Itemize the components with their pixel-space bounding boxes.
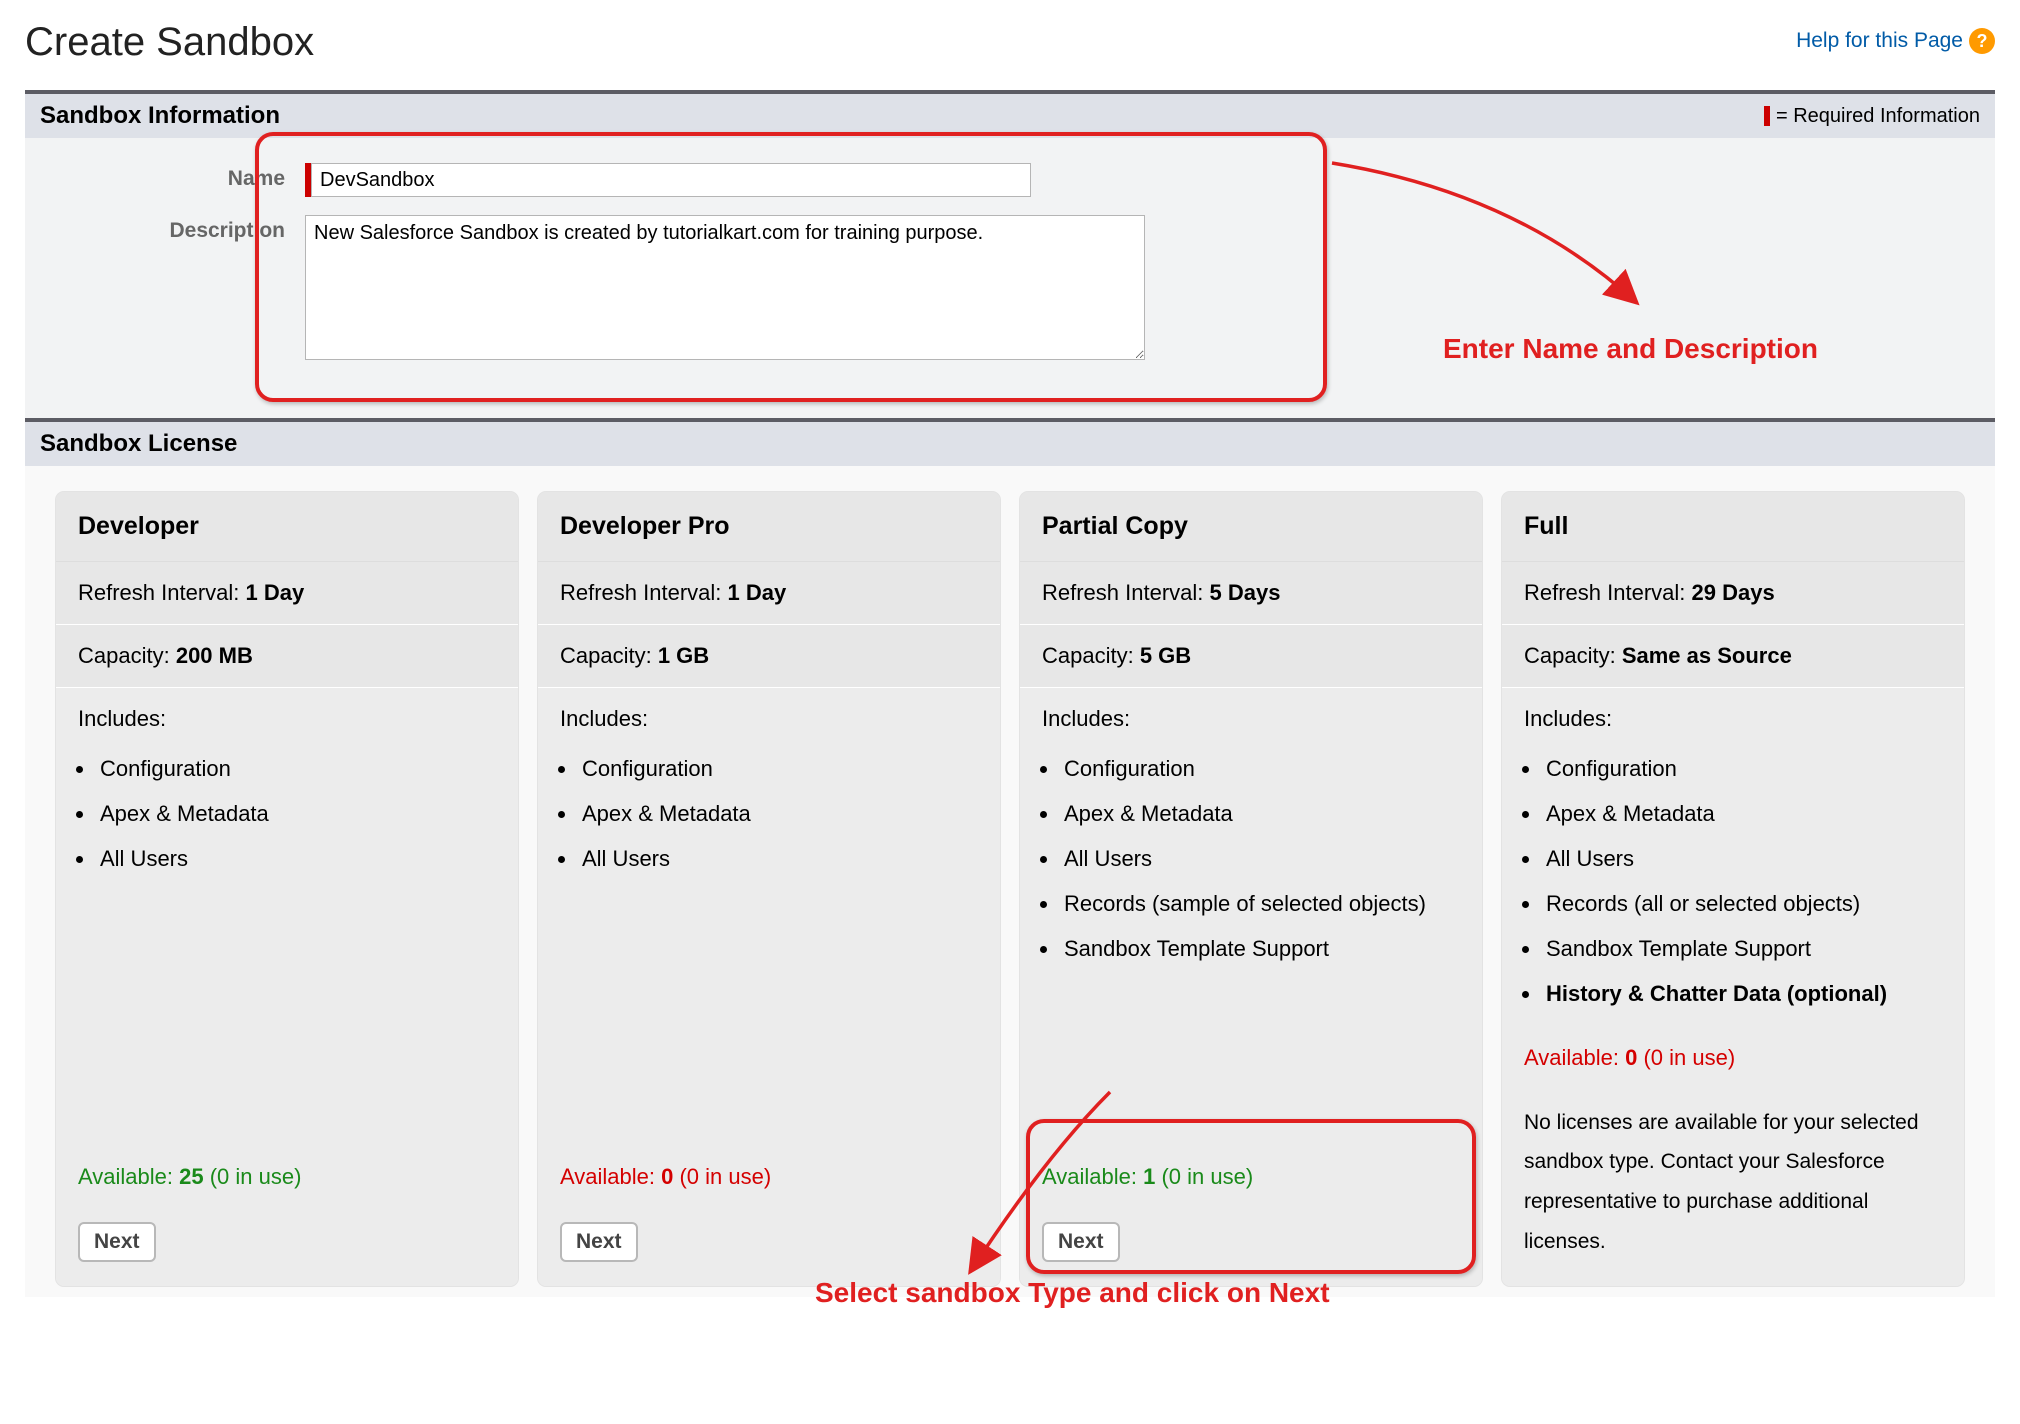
capacity-row: Capacity: Same as Source [1502,625,1964,688]
sandbox-license-header: Sandbox License [25,418,1995,466]
includes-item: Sandbox Template Support [1542,926,1942,971]
includes-item: Records (all or selected objects) [1542,881,1942,926]
includes-section: Includes:ConfigurationApex & MetadataAll… [1020,688,1482,1146]
includes-item: Configuration [1060,746,1460,791]
license-card-partial-copy: Partial CopyRefresh Interval: 5 DaysCapa… [1019,491,1483,1287]
section-title: Sandbox License [40,430,237,458]
license-action: No licenses are available for your selec… [1502,1089,1964,1287]
required-indicator-icon [1764,106,1770,126]
includes-section: Includes:ConfigurationApex & MetadataAll… [1502,688,1964,1027]
available-row: Available: 0 (0 in use) [1502,1027,1964,1089]
license-card-full: FullRefresh Interval: 29 DaysCapacity: S… [1501,491,1965,1287]
includes-item: Configuration [578,746,978,791]
sandbox-information-body: Enter Name and Description Name Descript… [25,138,1995,418]
help-link-label: Help for this Page [1796,29,1963,53]
includes-item: Apex & Metadata [578,791,978,836]
refresh-interval-row: Refresh Interval: 29 Days [1502,562,1964,625]
license-card-developer-pro: Developer ProRefresh Interval: 1 DayCapa… [537,491,1001,1287]
includes-section: Includes:ConfigurationApex & MetadataAll… [56,688,518,1146]
sandbox-information-header: Sandbox Information = Required Informati… [25,90,1995,138]
page-header: Create Sandbox Help for this Page ? [25,20,1995,65]
license-action: Next [56,1208,518,1286]
includes-item: Configuration [96,746,496,791]
includes-item: All Users [1542,836,1942,881]
includes-item: History & Chatter Data (optional) [1542,971,1942,1016]
capacity-row: Capacity: 1 GB [538,625,1000,688]
next-button[interactable]: Next [1042,1222,1120,1262]
available-row: Available: 25 (0 in use) [56,1146,518,1208]
available-row: Available: 0 (0 in use) [538,1146,1000,1208]
section-title: Sandbox Information [40,102,280,130]
license-title: Developer [56,492,518,562]
sandbox-license-body: DeveloperRefresh Interval: 1 DayCapacity… [25,466,1995,1297]
capacity-row: Capacity: 5 GB [1020,625,1482,688]
license-title: Partial Copy [1020,492,1482,562]
includes-item: All Users [1060,836,1460,881]
includes-item: Apex & Metadata [1060,791,1460,836]
page-title: Create Sandbox [25,20,314,65]
refresh-interval-row: Refresh Interval: 1 Day [56,562,518,625]
help-for-page-link[interactable]: Help for this Page ? [1796,28,1995,54]
name-label: Name [45,163,305,191]
license-card-developer: DeveloperRefresh Interval: 1 DayCapacity… [55,491,519,1287]
includes-item: Records (sample of selected objects) [1060,881,1460,926]
includes-section: Includes:ConfigurationApex & MetadataAll… [538,688,1000,1146]
refresh-interval-row: Refresh Interval: 5 Days [1020,562,1482,625]
available-row: Available: 1 (0 in use) [1020,1146,1482,1208]
license-action: Next [538,1208,1000,1286]
name-input[interactable] [311,163,1031,197]
license-title: Developer Pro [538,492,1000,562]
description-label: Description [45,215,305,243]
includes-item: Apex & Metadata [1542,791,1942,836]
next-button[interactable]: Next [78,1222,156,1262]
license-action: Next [1020,1208,1482,1286]
refresh-interval-row: Refresh Interval: 1 Day [538,562,1000,625]
includes-item: All Users [96,836,496,881]
help-icon: ? [1969,28,1995,54]
includes-item: Sandbox Template Support [1060,926,1460,971]
license-title: Full [1502,492,1964,562]
description-textarea[interactable]: New Salesforce Sandbox is created by tut… [305,215,1145,360]
required-information-note: = Required Information [1764,105,1980,128]
next-button[interactable]: Next [560,1222,638,1262]
includes-item: Configuration [1542,746,1942,791]
includes-item: Apex & Metadata [96,791,496,836]
capacity-row: Capacity: 200 MB [56,625,518,688]
includes-item: All Users [578,836,978,881]
